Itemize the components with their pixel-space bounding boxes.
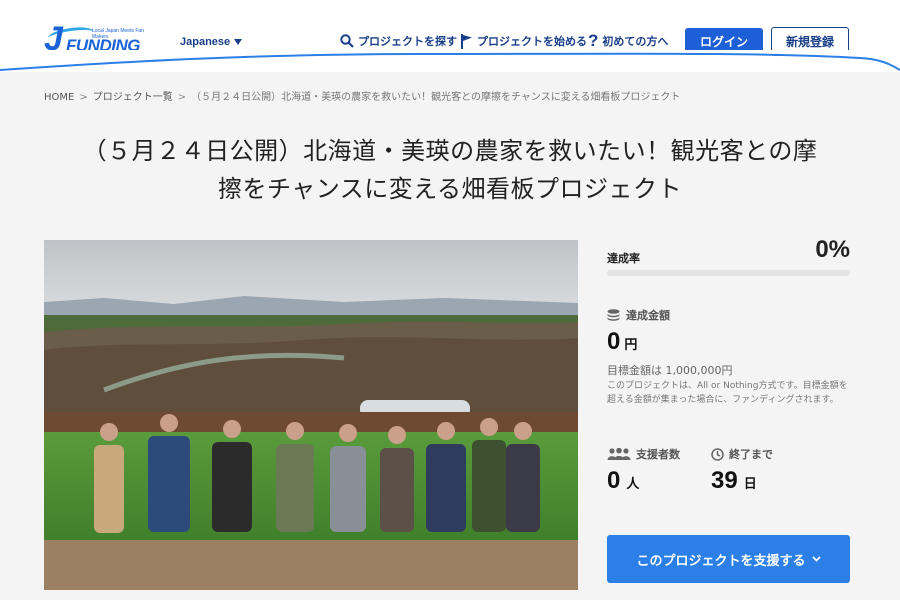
days-left-label: 終了まで [711, 446, 773, 462]
breadcrumb-home[interactable]: HOME [44, 92, 74, 103]
days-left-number: 39 [711, 467, 738, 494]
support-project-label: このプロジェクトを支援する [636, 553, 806, 569]
days-left-unit: 日 [743, 477, 757, 492]
all-or-nothing-note: このプロジェクトは、All or Nothing方式です。目標金額を超える金額が… [607, 381, 848, 405]
header-wave-divider [0, 50, 900, 71]
days-left-label-text: 終了まで [729, 448, 773, 461]
language-selector[interactable]: Japanese [180, 36, 243, 48]
farmers-field-illustration [44, 240, 578, 590]
page-title-line-1: （５月２４日公開）北海道・美瑛の農家を救いたい！観光客との摩 [82, 137, 818, 165]
chevron-down-icon [811, 556, 821, 562]
breadcrumb-separator: > [177, 92, 187, 103]
caret-down-icon [234, 39, 243, 46]
goal-amount: 目標金額は 1,000,000円 [607, 364, 733, 377]
days-left-value: 39 日 [711, 467, 757, 495]
nav-start-label: プロジェクトを始める [477, 35, 587, 48]
breadcrumb-current: （５月２４日公開）北海道・美瑛の農家を救いたい！観光客との摩擦をチャンスに変える… [191, 92, 681, 103]
nav-search-projects[interactable]: プロジェクトを探す [340, 32, 457, 50]
breadcrumb-project-list[interactable]: プロジェクト一覧 [93, 92, 173, 103]
nav-start-project[interactable]: プロジェクトを始める [460, 32, 587, 50]
search-icon [340, 34, 354, 48]
achievement-rate-label: 達成率 [607, 252, 640, 265]
breadcrumb-separator: > [79, 92, 88, 103]
amount-raised-value: 0円 [607, 328, 637, 356]
amount-raised-label-text: 達成金額 [626, 309, 670, 322]
funding-progress-bar [607, 270, 850, 276]
amount-raised-unit: 円 [624, 338, 638, 353]
backers-value: 0人 [607, 467, 639, 495]
backers-label-text: 支援者数 [636, 448, 680, 461]
support-project-button[interactable]: このプロジェクトを支援する [607, 535, 850, 583]
amount-raised-number: 0 [607, 328, 621, 355]
breadcrumb: HOME > プロジェクト一覧 > （５月２４日公開）北海道・美瑛の農家を救いたい！観光… [44, 88, 680, 103]
achievement-rate-value: 0% [815, 236, 850, 263]
coins-icon [607, 309, 620, 321]
backers-number: 0 [607, 467, 621, 494]
project-photo [44, 240, 578, 590]
flag-icon [461, 33, 472, 49]
language-label: Japanese [180, 36, 231, 48]
nav-help-label: 初めての方へ [602, 35, 669, 48]
people-icon [607, 448, 631, 460]
backers-label: 支援者数 [607, 446, 680, 462]
page-title-line-2: 擦をチャンスに変える畑看板プロジェクト [217, 175, 683, 203]
page-title: （５月２４日公開）北海道・美瑛の農家を救いたい！観光客との摩 擦をチャンスに変え… [60, 132, 840, 208]
clock-icon [711, 447, 724, 461]
amount-raised-label: 達成金額 [607, 307, 670, 323]
nav-beginners-guide[interactable]: ? 初めての方へ [588, 31, 669, 50]
backers-unit: 人 [626, 477, 640, 492]
nav-search-label: プロジェクトを探す [358, 35, 457, 48]
question-mark-icon: ? [588, 31, 599, 50]
